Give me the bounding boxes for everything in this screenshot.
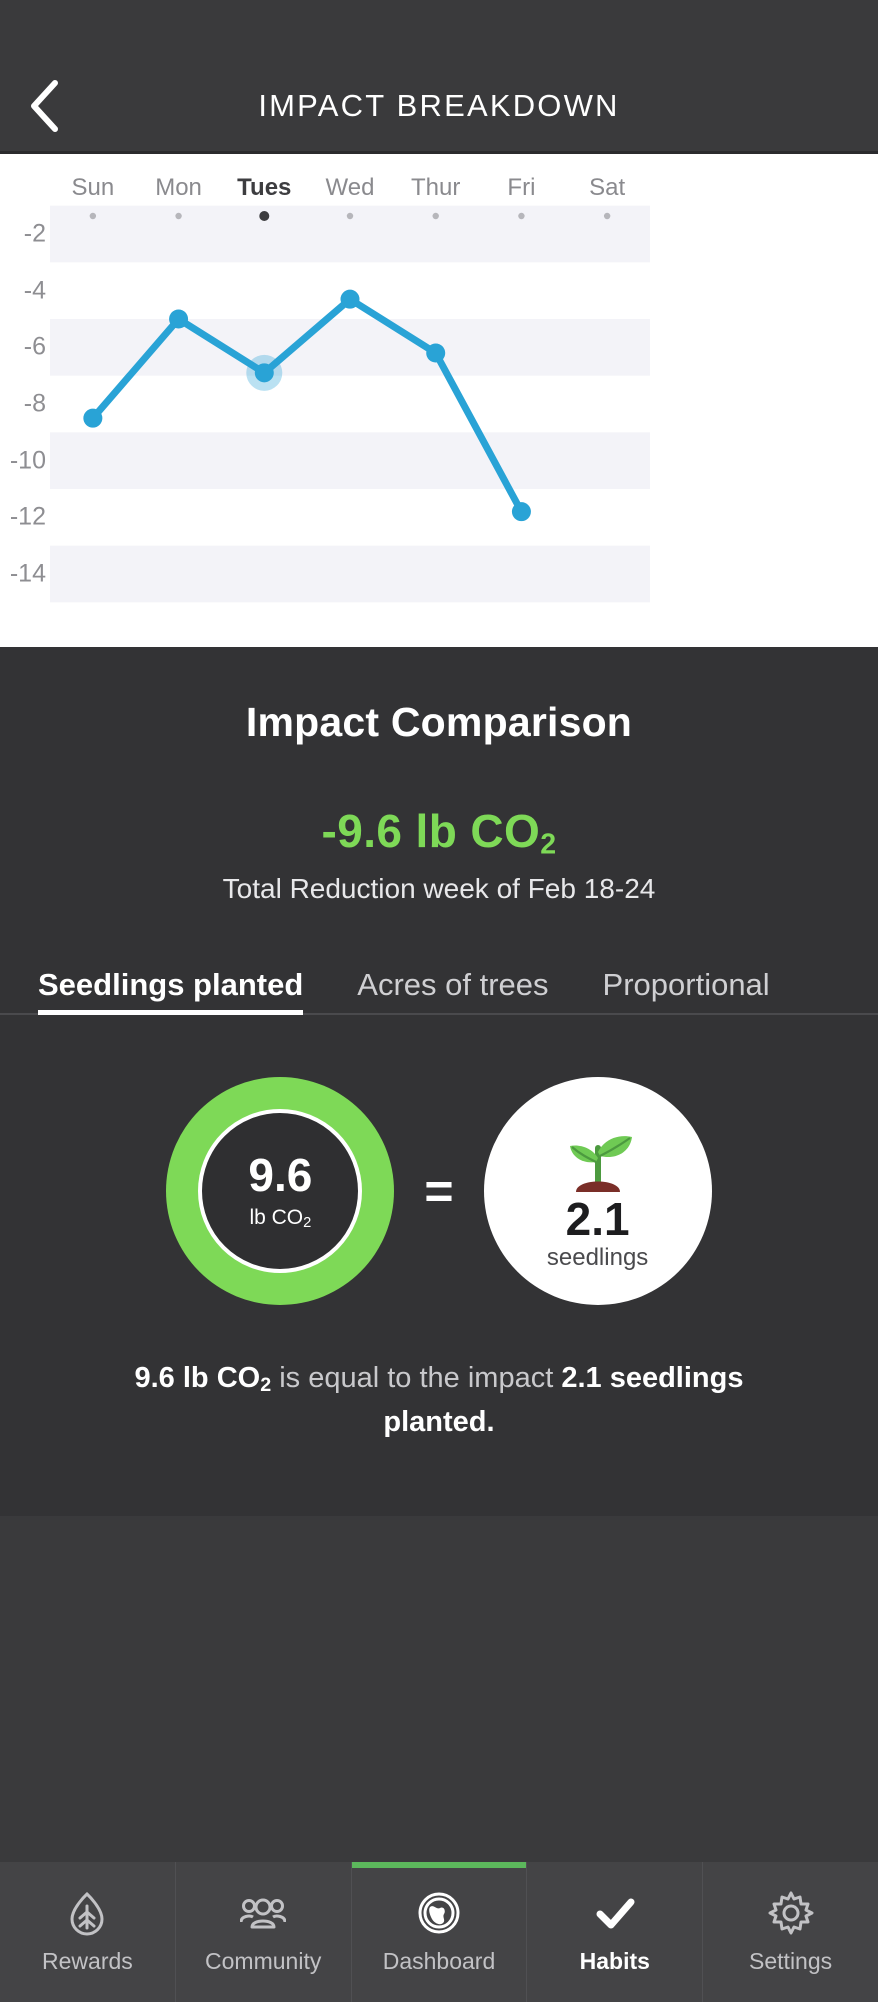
chart-ytick-neg2: -2 [23, 219, 46, 248]
chart-ytick-neg6: -6 [23, 332, 46, 361]
comparison-tabs[interactable]: Seedlings planted Acres of trees Proportio… [0, 967, 878, 1016]
chart-tick-dot [259, 211, 270, 221]
chart-data-point-mon[interactable] [169, 309, 189, 329]
back-button[interactable] [12, 74, 76, 138]
impact-value-text: -9.6 lb CO [321, 805, 541, 857]
chart-band [50, 432, 650, 489]
impact-comparison-section: Impact Comparison -9.6 lb CO2 Total Redu… [0, 647, 878, 1517]
nav-item-settings[interactable]: Settings [703, 1862, 878, 2002]
seedlings-value: 2.1 [565, 1193, 630, 1246]
chart-tick-dot [89, 212, 97, 220]
chart-tick-dot [346, 212, 354, 220]
impact-total-value: -9.6 lb CO2 [0, 804, 878, 861]
comparison-caption: 9.6 lb CO2 is equal to the impact 2.1 se… [119, 1357, 759, 1516]
app-screen: IMPACT BREAKDOWN Sun Mon Tues Wed Thur Fri Sat… [0, 0, 878, 2002]
chart-data-point-fri[interactable] [511, 502, 531, 522]
co2-unit: lb CO2 [249, 1206, 311, 1231]
caption-middle: is equal to the impact [271, 1362, 562, 1395]
nav-label: Settings [749, 1947, 833, 1974]
chart-ytick-neg14: -14 [9, 559, 46, 588]
chart-ytick-neg4: -4 [23, 276, 46, 305]
nav-item-habits[interactable]: Habits [527, 1862, 704, 2002]
tab-proportional[interactable]: Proportional [603, 967, 770, 1015]
chart-ytick-neg12: -12 [9, 502, 46, 531]
impact-value-subscript: 2 [540, 828, 557, 861]
page-title: IMPACT BREAKDOWN [258, 87, 620, 123]
globe-coin-icon [418, 1892, 460, 1933]
nav-item-dashboard[interactable]: Dashboard [351, 1862, 528, 2002]
caption-bold-first-sub: 2 [260, 1374, 272, 1397]
chart-data-point-tues[interactable] [254, 363, 274, 383]
chart-data-point-wed[interactable] [340, 289, 360, 309]
chart-band [50, 545, 650, 603]
seedling-icon [569, 1136, 632, 1193]
chart-tick-dot [518, 212, 525, 220]
co2-value: 9.6 [248, 1148, 313, 1201]
bottom-navigation[interactable]: Rewards Community Dashboard Habits Settings [0, 1862, 878, 2002]
co2-ring[interactable]: 9.6 lb CO2 [166, 1077, 395, 1306]
chart-canvas[interactable] [0, 154, 878, 647]
chevron-left-icon [31, 79, 58, 132]
nav-label: Habits [579, 1947, 650, 1974]
nav-item-community[interactable]: Community [176, 1862, 352, 2002]
nav-item-rewards[interactable]: Rewards [0, 1862, 176, 2002]
nav-label: Dashboard [382, 1947, 496, 1974]
check-icon [596, 1898, 635, 1928]
status-bar [0, 0, 878, 60]
caption-bold-first: 9.6 lb CO [134, 1362, 261, 1395]
gear-icon [768, 1891, 814, 1934]
impact-subtitle: Total Reduction week of Feb 18-24 [222, 873, 656, 905]
app-header: IMPACT BREAKDOWN [0, 60, 878, 154]
tab-seedlings-planted[interactable]: Seedlings planted [38, 967, 304, 1016]
chart-data-point-thur[interactable] [426, 343, 446, 363]
co2-unit-text: lb CO [249, 1205, 304, 1229]
chart-ytick-neg8: -8 [23, 389, 46, 418]
leaf-drop-icon [70, 1891, 104, 1935]
people-group-icon [240, 1898, 287, 1928]
chart-tick-dot [432, 212, 439, 220]
chart-data-point-sun[interactable] [83, 408, 103, 428]
chart-ytick-neg10: -10 [9, 446, 46, 475]
comparison-visual: 9.6 lb CO2 = 2.1 seedlings [0, 1077, 878, 1306]
co2-ring-inner: 9.6 lb CO2 [198, 1109, 363, 1274]
nav-label: Community [205, 1947, 322, 1974]
tab-acres-of-trees[interactable]: Acres of trees [357, 967, 548, 1015]
equals-sign: = [424, 1163, 454, 1220]
chart-tick-dot [175, 212, 182, 220]
seedlings-unit: seedlings [546, 1244, 649, 1272]
chart-tick-dot [603, 212, 611, 220]
impact-title: Impact Comparison [245, 699, 633, 745]
nav-label: Rewards [42, 1947, 133, 1974]
weekly-chart[interactable]: Sun Mon Tues Wed Thur Fri Sat -2 -4 -6 -8 -10 -12 -1… [0, 154, 878, 647]
co2-unit-subscript: 2 [303, 1214, 312, 1231]
seedlings-circle[interactable]: 2.1 seedlings [483, 1077, 712, 1306]
